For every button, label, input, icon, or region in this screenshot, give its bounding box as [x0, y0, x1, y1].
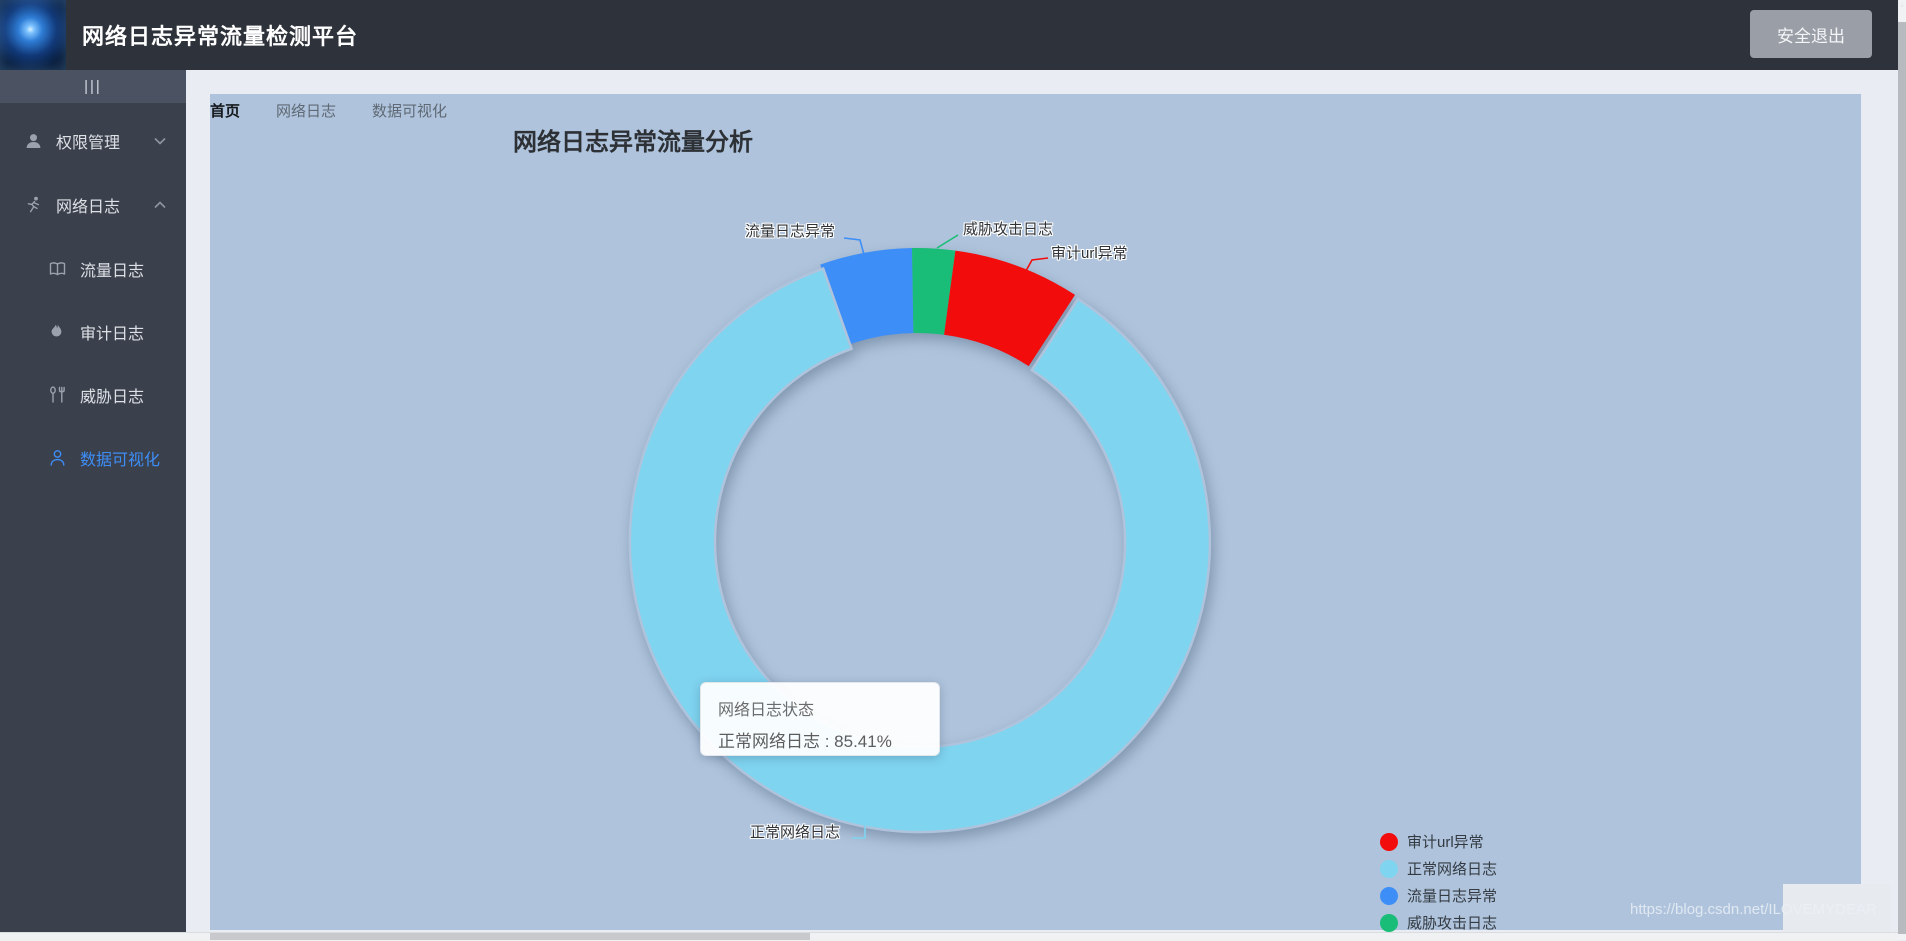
slice-label-audit: 审计url异常 [1051, 242, 1128, 263]
sidebar-item-permissions[interactable]: 权限管理 [0, 109, 186, 173]
logout-button[interactable]: 安全退出 [1750, 10, 1872, 58]
chevron-up-icon [154, 201, 166, 209]
vertical-scrollbar-thumb[interactable] [1898, 22, 1906, 934]
sidebar-item-threat-log[interactable]: 威胁日志 [0, 363, 186, 426]
app-header: 网络日志异常流量检测平台 安全退出 [0, 0, 1906, 70]
sidebar-item-data-visualization[interactable]: 数据可视化 [0, 426, 186, 489]
sidebar-item-label: 网络日志 [56, 193, 120, 217]
legend-dot [1380, 833, 1398, 851]
legend-label: 正常网络日志 [1407, 858, 1497, 879]
sidebar-item-audit-log[interactable]: 审计日志 [0, 300, 186, 363]
legend-dot [1380, 887, 1398, 905]
slice-label-normal: 正常网络日志 [750, 821, 840, 842]
sidebar-item-network-logs[interactable]: 网络日志 [0, 173, 186, 237]
horizontal-scrollbar-thumb[interactable] [210, 933, 810, 940]
legend-item-traffic[interactable]: 流量日志异常 [1380, 882, 1497, 909]
cutlery-icon [48, 386, 67, 404]
sidebar-item-traffic-log[interactable]: 流量日志 [0, 237, 186, 300]
runner-icon [24, 196, 43, 214]
sidebar-item-label: 数据可视化 [80, 446, 160, 470]
legend-label: 流量日志异常 [1407, 885, 1497, 906]
leader-line-threat [937, 235, 958, 248]
sidebar: ||| 权限管理 网络日志 [0, 70, 186, 940]
legend-item-audit[interactable]: 审计url异常 [1380, 828, 1497, 855]
slice-label-traffic: 流量日志异常 [745, 220, 835, 241]
legend-dot [1380, 914, 1398, 932]
chart-tooltip: 网络日志状态 正常网络日志 : 85.41% [700, 682, 940, 756]
tooltip-title: 网络日志状态 [718, 696, 922, 720]
legend-label: 审计url异常 [1407, 831, 1484, 852]
chevron-down-icon [154, 137, 166, 145]
flame-icon [48, 323, 67, 341]
user-icon [24, 132, 43, 150]
legend-item-normal[interactable]: 正常网络日志 [1380, 855, 1497, 882]
sidebar-collapse-toggle[interactable]: ||| [0, 70, 186, 103]
legend-label: 威胁攻击日志 [1407, 912, 1497, 933]
content-panel: 首页 网络日志 数据可视化 网络日志异常流量分析 流量日志异常 威胁攻击日志 审… [210, 94, 1861, 930]
scroll-up-arrow[interactable]: ▲ [1898, 2, 1906, 9]
book-icon [48, 260, 67, 278]
tooltip-value: 正常网络日志 : 85.41% [718, 727, 922, 752]
sidebar-item-label: 威胁日志 [80, 383, 144, 407]
sidebar-item-label: 审计日志 [80, 320, 144, 344]
vertical-scrollbar[interactable]: ▲ [1898, 0, 1906, 940]
legend-item-threat[interactable]: 威胁攻击日志 [1380, 909, 1497, 936]
watermark: https://blog.csdn.net/ILOVEMYDEAR [1630, 901, 1892, 918]
slice-label-threat: 威胁攻击日志 [963, 218, 1053, 239]
chart-legend: 审计url异常 正常网络日志 流量日志异常 威胁攻击日志 [1380, 828, 1497, 936]
person-icon [48, 449, 67, 467]
sidebar-item-label: 流量日志 [80, 257, 144, 281]
sidebar-item-label: 权限管理 [56, 129, 120, 153]
app-title: 网络日志异常流量检测平台 [82, 19, 358, 51]
app-logo [0, 0, 66, 70]
legend-dot [1380, 860, 1398, 878]
